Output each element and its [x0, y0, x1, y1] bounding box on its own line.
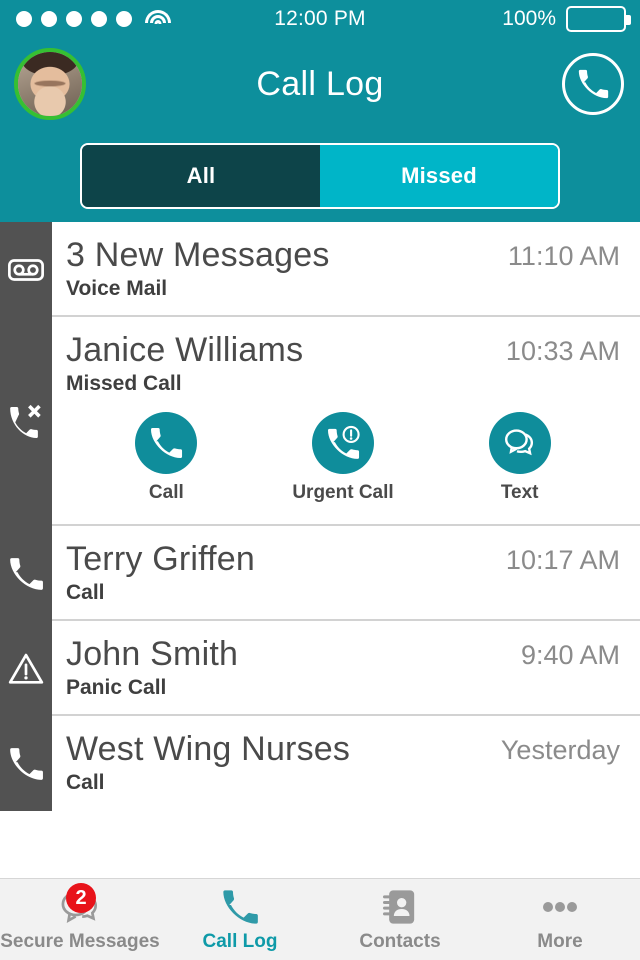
call-log-list[interactable]: 3 New Messages 11:10 AM Voice Mail Janic… — [0, 222, 640, 878]
list-item-subtitle: Voice Mail — [66, 277, 168, 301]
phone-icon — [10, 748, 43, 780]
list-item-time: 10:33 AM — [505, 336, 620, 367]
list-item-time: 10:17 AM — [505, 545, 620, 576]
urgent-phone-icon — [328, 426, 360, 460]
list-item[interactable]: Terry Griffen 10:17 AM Call — [0, 526, 640, 622]
missed-call-icon — [10, 404, 41, 438]
list-item-body: 3 New Messages 11:10 AM Voice Mail — [52, 222, 640, 317]
row-type-icon-gutter — [0, 317, 52, 527]
segmented-control-container: All Missed — [0, 130, 640, 222]
user-avatar[interactable] — [14, 48, 86, 120]
list-item-title: John Smith — [66, 635, 239, 674]
battery-full-icon — [566, 6, 631, 32]
list-item-subtitle: Call — [66, 581, 105, 605]
list-item-subtitle: Call — [66, 771, 105, 795]
phone-icon — [151, 428, 183, 459]
list-item[interactable]: John Smith 9:40 AM Panic Call — [0, 621, 640, 717]
contacts-book-icon — [383, 890, 415, 924]
row-type-icon-gutter — [0, 222, 52, 318]
row-type-icon-gutter — [0, 526, 52, 622]
page-title: Call Log — [256, 64, 384, 103]
tab-bar: 2 Secure Messages Call Log Contacts More — [0, 878, 640, 960]
list-item-subtitle: Panic Call — [66, 676, 167, 700]
list-item-title: Terry Griffen — [66, 540, 256, 579]
navigation-bar: Call Log — [0, 38, 640, 130]
row-type-icon-gutter — [0, 716, 52, 812]
phone-icon — [10, 557, 43, 590]
tab-contacts[interactable]: Contacts — [320, 886, 480, 953]
new-call-button[interactable] — [562, 53, 624, 115]
status-bar: 12:00 PM 100% — [0, 0, 640, 38]
row-action-bar: Call Urgent Call Text — [66, 412, 620, 510]
list-item-time: 11:10 AM — [507, 241, 620, 271]
action-label: Text — [500, 482, 539, 504]
warning-triangle-icon — [8, 653, 44, 684]
action-label: Urgent Call — [292, 482, 394, 504]
list-item-body: John Smith 9:40 AM Panic Call — [52, 621, 640, 716]
list-item-body: Terry Griffen 10:17 AM Call — [52, 526, 640, 621]
urgent-call-action-button[interactable]: Urgent Call — [255, 412, 432, 504]
list-item-subtitle: Missed Call — [66, 372, 182, 396]
phone-icon — [578, 69, 609, 99]
list-item[interactable]: 3 New Messages 11:10 AM Voice Mail — [0, 222, 640, 318]
voicemail-icon — [8, 258, 44, 281]
tab-label: Contacts — [359, 931, 441, 952]
tab-more[interactable]: More — [480, 886, 640, 953]
chat-bubbles-icon — [504, 429, 533, 456]
list-item-title: West Wing Nurses — [66, 730, 351, 769]
app-screen: 12:00 PM 100% Call Log All Missed 3 New … — [0, 0, 640, 960]
segmented-control: All Missed — [80, 143, 560, 209]
ellipsis-icon — [543, 902, 577, 912]
list-item-title: 3 New Messages — [66, 236, 330, 274]
tab-call-log[interactable]: Call Log — [160, 886, 320, 953]
list-item-body: West Wing Nurses Yesterday Call — [52, 716, 640, 811]
tab-label: Call Log — [202, 931, 278, 952]
row-type-icon-gutter — [0, 621, 52, 717]
list-item[interactable]: Janice Williams 10:33 AM Missed Call Cal… — [0, 317, 640, 527]
text-action-button[interactable]: Text — [431, 412, 608, 504]
tab-secure-messages[interactable]: 2 Secure Messages — [0, 883, 160, 953]
action-label: Call — [148, 482, 184, 504]
phone-icon — [223, 890, 258, 924]
status-bar-time: 12:00 PM — [274, 7, 366, 30]
unread-badge: 2 — [66, 883, 96, 913]
call-action-button[interactable]: Call — [78, 412, 255, 504]
list-item-time: Yesterday — [500, 735, 620, 766]
list-item-body: Janice Williams 10:33 AM Missed Call Cal… — [52, 317, 640, 526]
tab-label: More — [537, 931, 583, 952]
list-item[interactable]: West Wing Nurses Yesterday Call — [0, 716, 640, 812]
list-item-title: Janice Williams — [66, 331, 304, 370]
list-item-time: 9:40 AM — [520, 640, 620, 671]
tab-missed[interactable]: Missed — [320, 145, 558, 207]
tab-label: Secure Messages — [0, 931, 160, 952]
tab-all[interactable]: All — [82, 145, 320, 207]
